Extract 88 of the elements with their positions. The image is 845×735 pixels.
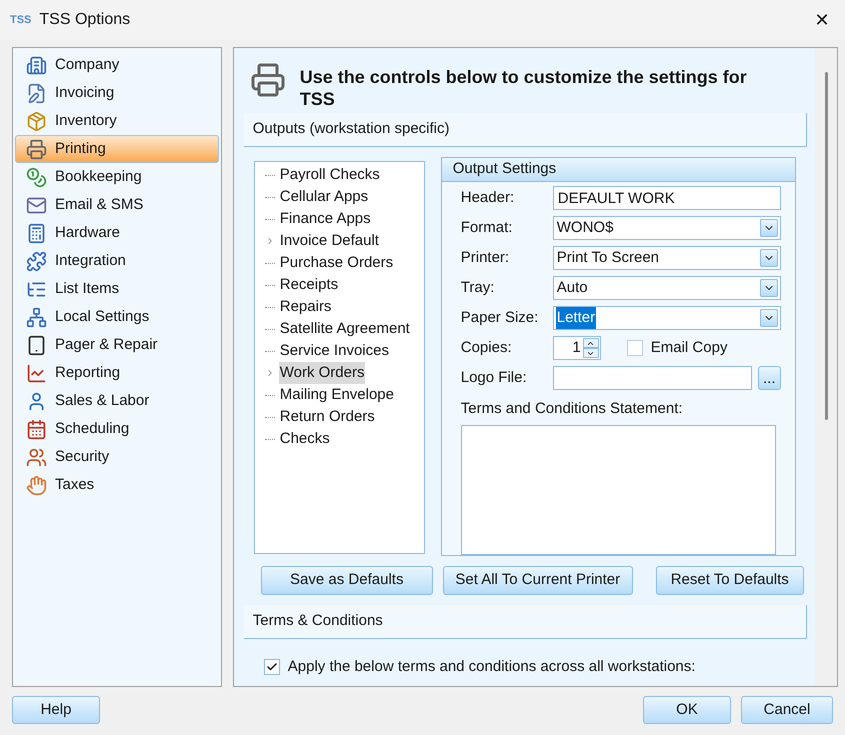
tree-item[interactable]: Finance Apps xyxy=(278,208,372,230)
sidebar-item[interactable]: Printing xyxy=(15,135,219,163)
dropdown-value: Auto xyxy=(556,278,589,298)
dropdown-value: Print To Screen xyxy=(556,248,660,268)
app-logo: TSS xyxy=(10,12,32,28)
box-icon xyxy=(26,110,47,132)
field-label: Copies: xyxy=(460,338,513,358)
dropdown-value: WONO$ xyxy=(556,218,614,238)
field-label: Format: xyxy=(460,218,514,238)
dropdown-caret-icon[interactable] xyxy=(760,309,778,327)
tree-item[interactable]: Purchase Orders xyxy=(278,252,394,274)
field-label: Tray: xyxy=(460,278,496,298)
email-copy-label: Email Copy xyxy=(650,338,728,358)
apply-checkbox[interactable] xyxy=(264,659,280,676)
people-icon xyxy=(26,446,47,468)
tree-item[interactable]: Payroll Checks xyxy=(278,164,381,186)
tree-item[interactable]: Cellular Apps xyxy=(278,186,370,208)
terms-statement-field[interactable] xyxy=(460,424,776,554)
spinner-value: 1 xyxy=(572,338,581,358)
sidebar-item[interactable]: Taxes xyxy=(15,471,219,499)
panel-heading: Use the controls below to customize the settings for TSS xyxy=(300,66,748,107)
tree-item[interactable]: Return Orders xyxy=(278,406,376,428)
spin-down-icon[interactable] xyxy=(582,348,599,358)
set-printer-button[interactable]: Set All To Current Printer xyxy=(442,566,633,595)
dropdown-caret-icon[interactable] xyxy=(760,279,778,297)
sidebar-item[interactable]: Integration xyxy=(15,247,219,275)
ok-button[interactable]: OK xyxy=(643,696,731,724)
coins-icon xyxy=(26,166,47,188)
field-label: Header: xyxy=(460,188,516,208)
envelope-icon xyxy=(26,194,47,216)
building-icon xyxy=(26,54,47,76)
field-label: Logo File: xyxy=(460,368,528,388)
dropdown-value: Letter xyxy=(556,306,596,330)
dropdown-caret-icon[interactable] xyxy=(760,249,778,267)
network-icon xyxy=(26,306,47,328)
email-copy-checkbox[interactable] xyxy=(626,340,643,356)
printer-icon xyxy=(250,62,286,98)
tree-item[interactable]: Receipts xyxy=(278,274,340,296)
sidebar-item[interactable]: Pager & Repair xyxy=(15,331,219,359)
printer-icon xyxy=(26,138,47,160)
sidebar-item[interactable]: Inventory xyxy=(15,107,219,135)
sidebar-item[interactable]: List Items xyxy=(15,275,219,303)
tree-item[interactable]: Checks xyxy=(278,428,331,450)
help-button[interactable]: Help xyxy=(12,696,100,724)
calendar-icon xyxy=(26,418,47,440)
dropdown-field[interactable]: Print To Screen xyxy=(552,246,781,270)
tree-item[interactable]: Repairs xyxy=(278,296,332,318)
hand-icon xyxy=(26,474,47,496)
chart-icon xyxy=(26,362,47,384)
sidebar-item[interactable]: Email & SMS xyxy=(15,191,219,219)
tree-item[interactable]: Satellite Agreement xyxy=(278,318,411,340)
dropdown-caret-icon[interactable] xyxy=(760,219,778,237)
sidebar-item[interactable]: Reporting xyxy=(15,359,219,387)
field-label: Printer: xyxy=(460,248,510,268)
group-header: Output Settings xyxy=(442,158,795,182)
section-header: Outputs (workstation specific) xyxy=(244,113,807,147)
sidebar-item[interactable]: Bookkeeping xyxy=(15,163,219,191)
terms-label: Terms and Conditions Statement: xyxy=(460,399,684,419)
dropdown-field[interactable]: Letter xyxy=(552,306,781,330)
puzzle-icon xyxy=(26,250,47,272)
header-field[interactable]: DEFAULT WORK xyxy=(552,186,781,210)
field-label: Paper Size: xyxy=(460,308,540,328)
sidebar-item[interactable]: Hardware xyxy=(15,219,219,247)
tree-item[interactable]: Mailing Envelope xyxy=(278,384,395,406)
dropdown-field[interactable]: Auto xyxy=(552,276,781,300)
browse-button[interactable]: ... xyxy=(758,366,781,390)
tablet-icon xyxy=(26,334,47,356)
tree-item[interactable]: Work Orders xyxy=(278,362,366,384)
cancel-button[interactable]: Cancel xyxy=(741,696,833,724)
sidebar-item[interactable]: Local Settings xyxy=(15,303,219,331)
close-button[interactable]: ✕ xyxy=(809,7,835,33)
window-title: TSS Options xyxy=(39,10,130,30)
reset-defaults-button[interactable]: Reset To Defaults xyxy=(656,566,804,595)
tree-item[interactable]: Service Invoices xyxy=(278,340,390,362)
sidebar-item[interactable]: Invoicing xyxy=(15,79,219,107)
sidebar-item[interactable]: Sales & Labor xyxy=(15,387,219,415)
sidebar-item[interactable]: Security xyxy=(15,443,219,471)
document-pen-icon xyxy=(26,82,47,104)
tree-item[interactable]: Invoice Default xyxy=(278,230,380,252)
sidebar-item[interactable]: Scheduling xyxy=(15,415,219,443)
sidebar-item[interactable]: Company xyxy=(15,51,219,79)
section-header: Terms & Conditions xyxy=(244,605,807,639)
logo-file-field[interactable] xyxy=(552,366,752,390)
save-defaults-button[interactable]: Save as Defaults xyxy=(260,566,433,595)
spinner-field[interactable]: 1 xyxy=(552,336,601,360)
dropdown-field[interactable]: WONO$ xyxy=(552,216,781,240)
spin-up-icon[interactable] xyxy=(582,338,599,348)
apply-label: Apply the below terms and conditions across all workstations: xyxy=(288,657,696,677)
